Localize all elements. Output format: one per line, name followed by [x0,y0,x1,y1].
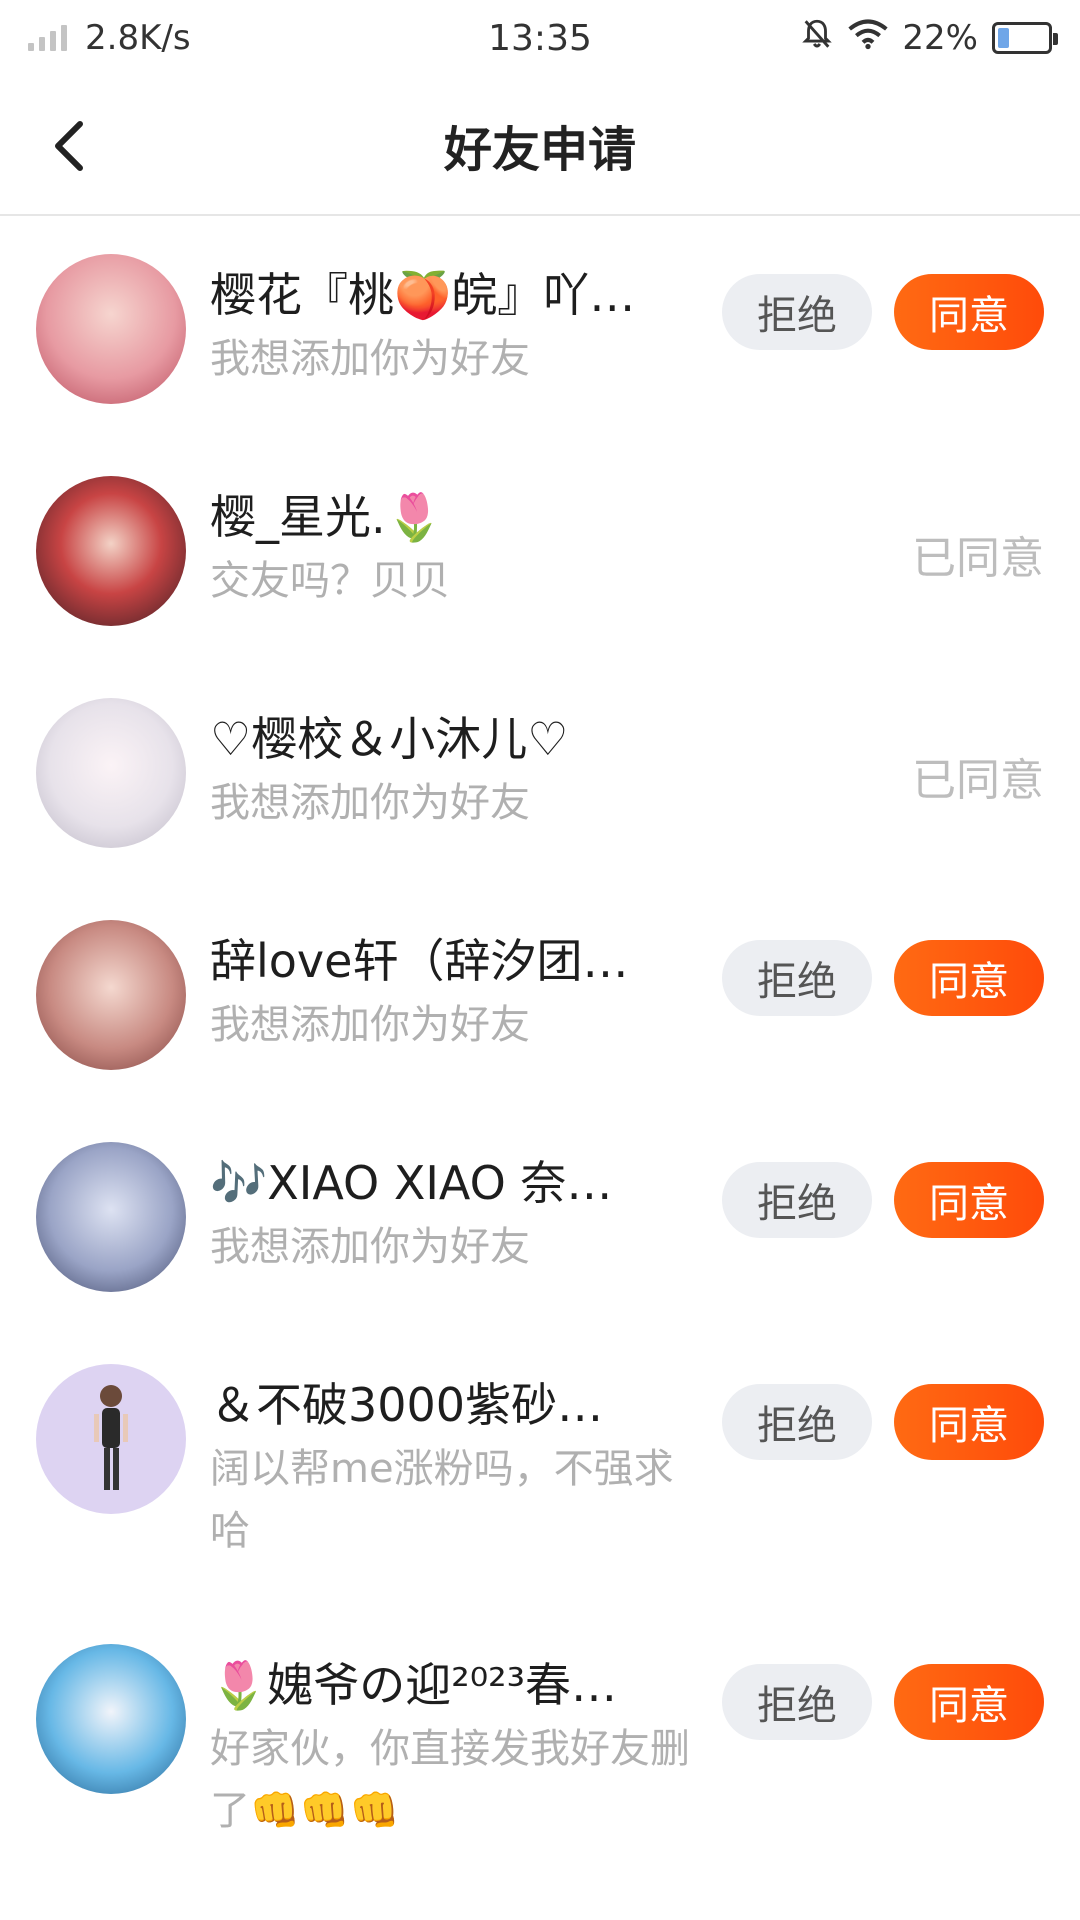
request-name: 🌷媿爷の迎²⁰²³春… [210,1658,618,1712]
battery-percent: 22% [902,18,978,58]
list-item: ♡樱校＆小沐儿♡ 我想添加你为好友 已同意 [0,662,1080,884]
accepted-status: 已同意 [912,755,1044,806]
reject-button[interactable]: 拒绝 [722,940,872,1016]
accepted-status: 已同意 [912,533,1044,584]
request-text: ♡樱校＆小沐儿♡ 我想添加你为好友 [210,698,690,834]
request-actions: 拒绝 同意 [722,940,1044,1016]
request-message: 阔以帮me涨粉吗，不强求哈 [210,1446,674,1554]
avatar[interactable] [36,920,186,1070]
avatar[interactable] [36,254,186,404]
back-button[interactable] [30,106,110,186]
friend-request-list: 樱花『桃🍑皖』吖… 我想添加你为好友 拒绝 同意 樱_星光.🌷 交友吗？贝贝 已… [0,218,1080,1858]
reject-button[interactable]: 拒绝 [722,1664,872,1740]
request-message: 我想添加你为好友 [210,780,530,826]
header: 好友申请 [0,76,1080,216]
request-message: 我想添加你为好友 [210,1224,530,1270]
request-actions: 拒绝 同意 [722,274,1044,350]
request-text: 樱花『桃🍑皖』吖… 我想添加你为好友 [210,254,690,390]
avatar[interactable] [36,476,186,626]
list-item: 樱_星光.🌷 交友吗？贝贝 已同意 [0,440,1080,662]
avatar[interactable] [36,1142,186,1292]
accept-button[interactable]: 同意 [894,940,1044,1016]
accept-button[interactable]: 同意 [894,1384,1044,1460]
request-actions: 拒绝 同意 [722,1664,1044,1740]
status-bar: 2.8K/s 13:35 22% [0,0,1080,76]
list-item: 🎶XIAO XIAO 奈… 我想添加你为好友 拒绝 同意 [0,1106,1080,1328]
list-item: 辞love轩（辞汐团… 我想添加你为好友 拒绝 同意 [0,884,1080,1106]
status-right: 22% [672,17,1058,60]
avatar[interactable] [36,698,186,848]
accept-button[interactable]: 同意 [894,274,1044,350]
request-name: ♡樱校＆小沐儿♡ [210,712,569,766]
request-text: 樱_星光.🌷 交友吗？贝贝 [210,476,690,612]
avatar[interactable] [36,1644,186,1794]
request-name: ＆不破3000紫砂… [210,1378,604,1432]
request-message: 交友吗？贝贝 [210,558,450,604]
request-message: 我想添加你为好友 [210,336,530,382]
request-text: 🌷媿爷の迎²⁰²³春… 好家伙，你直接发我好友删了👊👊👊 [210,1644,690,1842]
status-left: 2.8K/s [28,18,408,58]
request-text: 辞love轩（辞汐团… 我想添加你为好友 [210,920,690,1056]
wifi-icon [848,18,889,59]
request-name: 辞love轩（辞汐团… [210,934,629,988]
avatar[interactable] [36,1364,186,1514]
list-item: ＆不破3000紫砂… 阔以帮me涨粉吗，不强求哈 拒绝 同意 [0,1328,1080,1608]
signal-icon [28,25,67,51]
request-message: 好家伙，你直接发我好友删了👊👊👊 [210,1726,690,1834]
request-message: 我想添加你为好友 [210,1002,530,1048]
request-name: 樱_星光.🌷 [210,490,443,544]
request-actions: 拒绝 同意 [722,1162,1044,1238]
chevron-left-icon [55,121,83,171]
net-speed: 2.8K/s [85,18,191,58]
page-title: 好友申请 [443,122,636,178]
reject-button[interactable]: 拒绝 [722,1384,872,1460]
reject-button[interactable]: 拒绝 [722,1162,872,1238]
battery-icon [992,22,1058,54]
reject-button[interactable]: 拒绝 [722,274,872,350]
request-text: 🎶XIAO XIAO 奈… 我想添加你为好友 [210,1142,690,1278]
list-item: 🌷媿爷の迎²⁰²³春… 好家伙，你直接发我好友删了👊👊👊 拒绝 同意 [0,1608,1080,1858]
accept-button[interactable]: 同意 [894,1162,1044,1238]
battery-level [998,28,1009,48]
mute-bell-icon [800,17,834,60]
request-name: 樱花『桃🍑皖』吖… [210,268,636,322]
status-time: 13:35 [488,17,592,59]
accept-button[interactable]: 同意 [894,1664,1044,1740]
request-actions: 拒绝 同意 [722,1384,1044,1460]
request-text: ＆不破3000紫砂… 阔以帮me涨粉吗，不强求哈 [210,1364,690,1562]
avatar-figure [94,1385,128,1490]
request-name: 🎶XIAO XIAO 奈… [210,1156,613,1210]
list-item: 樱花『桃🍑皖』吖… 我想添加你为好友 拒绝 同意 [0,218,1080,440]
